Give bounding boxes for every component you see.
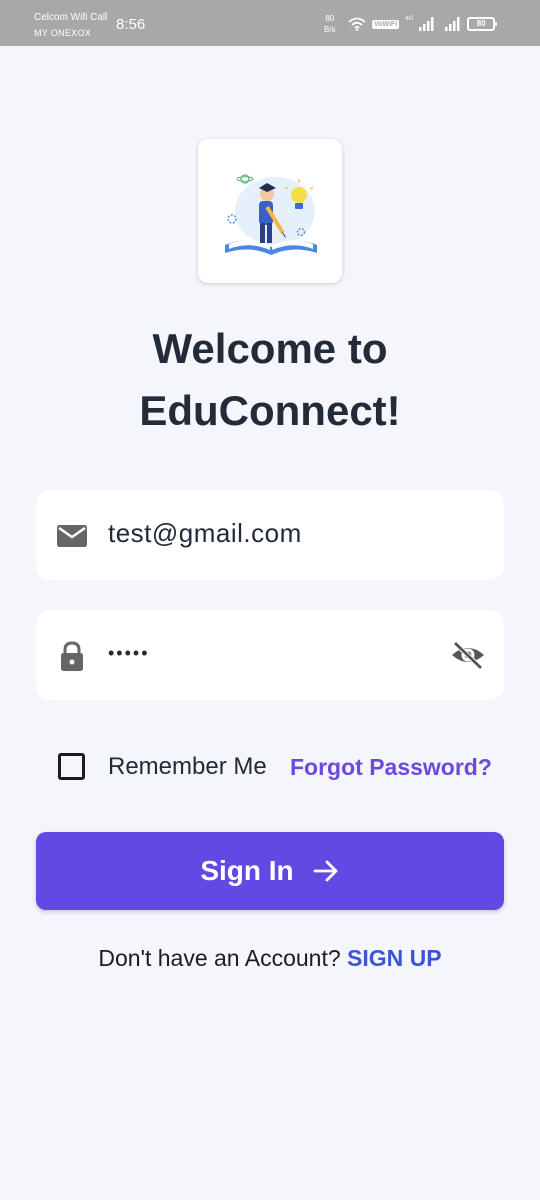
- welcome-heading-line2: EduConnect!: [139, 387, 401, 434]
- app-logo: [198, 139, 342, 283]
- eye-off-icon[interactable]: [450, 639, 486, 671]
- email-value: test@gmail.com: [108, 518, 302, 548]
- welcome-heading-line1: Welcome to: [152, 325, 388, 372]
- lte-label: 4G: [405, 16, 414, 22]
- password-field[interactable]: •••••: [36, 610, 504, 700]
- network-speed-unit: B/s: [324, 25, 336, 34]
- vowifi-badge: VoWiFi: [372, 19, 400, 29]
- remember-me-checkbox[interactable]: [58, 753, 85, 780]
- welcome-heading: Welcome to EduConnect!: [0, 318, 540, 442]
- sign-in-label: Sign In: [200, 855, 294, 886]
- status-icons: VoWiFi 4G 80: [348, 14, 498, 34]
- signup-row: Don't have an Account? SIGN UP: [0, 942, 540, 974]
- status-time: 8:56: [116, 16, 146, 33]
- carrier-name: Celcom Wifi Call: [34, 12, 108, 23]
- lock-icon: [61, 641, 83, 671]
- battery-icon: 80: [467, 17, 498, 31]
- student-reading-illustration: [225, 174, 317, 255]
- signal-icon-2: [445, 17, 460, 31]
- carrier-network: MY ONEXOX: [34, 28, 92, 38]
- password-value: •••••: [108, 643, 150, 663]
- signup-prompt: Don't have an Account?: [98, 945, 341, 971]
- remember-me-label[interactable]: Remember Me: [108, 752, 267, 782]
- arrow-right-icon: [313, 860, 338, 882]
- mail-icon: [57, 525, 87, 547]
- network-speed: 80 B/s: [324, 13, 336, 35]
- sign-up-link[interactable]: SIGN UP: [347, 945, 442, 971]
- network-speed-value: 80: [325, 14, 335, 23]
- status-bar: Celcom Wifi Call MY ONEXOX 8:56 80 B/s V…: [0, 0, 540, 46]
- email-field[interactable]: test@gmail.com: [36, 490, 504, 580]
- signal-icon: [419, 17, 434, 31]
- sign-in-button[interactable]: Sign In: [36, 832, 504, 910]
- forgot-password-link[interactable]: Forgot Password?: [290, 752, 492, 782]
- wifi-icon: [348, 17, 366, 31]
